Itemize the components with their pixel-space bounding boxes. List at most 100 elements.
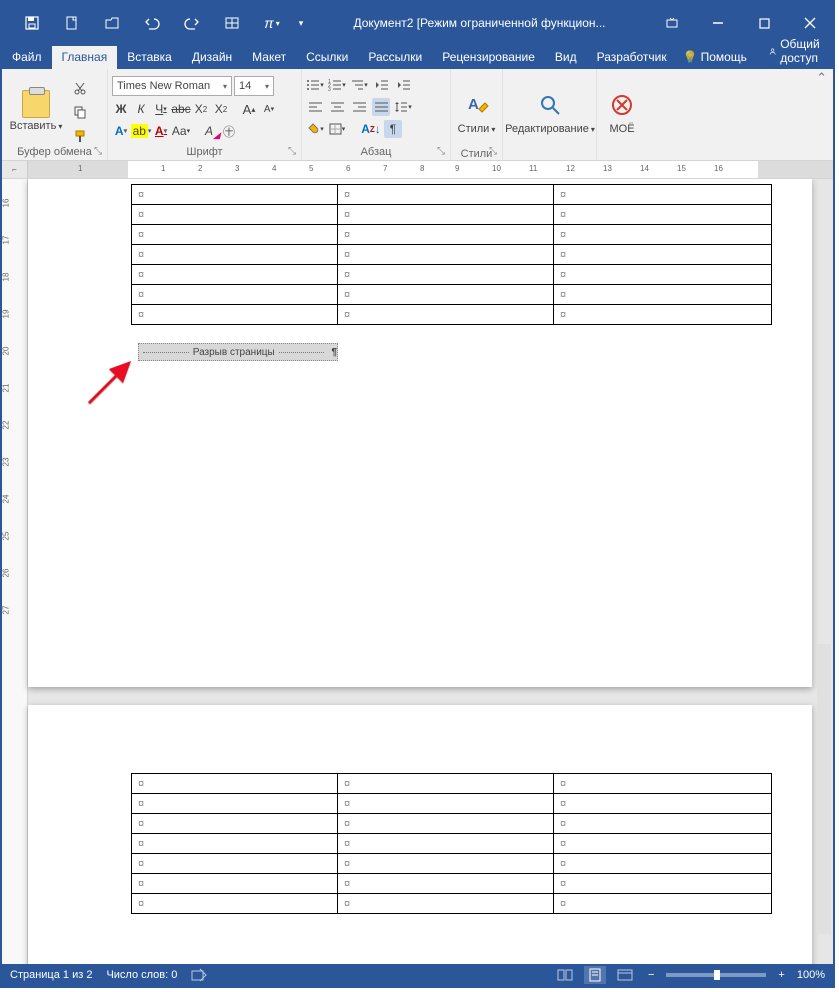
table-cell[interactable]: ¤	[554, 874, 772, 894]
tab-review[interactable]: Рецензирование	[432, 46, 545, 69]
moe-addin-button[interactable]: МОЁ	[601, 78, 643, 148]
collapse-ribbon-button[interactable]: ⌃	[816, 70, 827, 86]
table-page2[interactable]: ¤¤¤¤¤¤¤¤¤¤¤¤¤¤¤¤¤¤¤¤¤	[131, 773, 772, 914]
tab-developer[interactable]: Разработчик	[587, 46, 677, 69]
styles-dialog-launcher[interactable]: ⤡	[487, 145, 499, 157]
qat-undo-button[interactable]	[132, 2, 172, 44]
highlight-button[interactable]: ab▾	[132, 122, 150, 140]
table-cell[interactable]: ¤	[554, 185, 772, 205]
table-cell[interactable]: ¤	[554, 245, 772, 265]
align-right-button[interactable]	[350, 98, 368, 116]
qat-redo-button[interactable]	[172, 2, 212, 44]
line-spacing-button[interactable]: ▾	[394, 98, 412, 116]
minimize-button[interactable]	[695, 2, 741, 44]
clipboard-dialog-launcher[interactable]: ⤡	[92, 145, 104, 157]
table-cell[interactable]: ¤	[554, 305, 772, 325]
copy-button[interactable]	[70, 103, 90, 121]
table-cell[interactable]: ¤	[132, 874, 338, 894]
table-cell[interactable]: ¤	[554, 225, 772, 245]
table-cell[interactable]: ¤	[132, 205, 338, 225]
table-cell[interactable]: ¤	[132, 265, 338, 285]
qat-new-button[interactable]	[52, 2, 92, 44]
tab-file[interactable]: Файл	[2, 46, 52, 69]
sort-button[interactable]: AZ↓	[362, 120, 380, 138]
align-left-button[interactable]	[306, 98, 324, 116]
editing-button[interactable]: Редактирование▾	[507, 78, 593, 148]
zoom-slider[interactable]	[666, 973, 766, 977]
table-cell[interactable]: ¤	[338, 205, 554, 225]
superscript-button[interactable]: X2	[212, 100, 230, 118]
shading-button[interactable]: ▾	[306, 120, 324, 138]
table-cell[interactable]: ¤	[338, 225, 554, 245]
document-area[interactable]: 16 17 18 19 20 21 22 23 24 25 26 27 ¤¤¤¤…	[2, 179, 833, 964]
qat-table-button[interactable]	[212, 2, 252, 44]
bold-button[interactable]: Ж	[112, 100, 130, 118]
page-break-marker[interactable]: Разрыв страницы ¶	[138, 343, 338, 361]
zoom-out-button[interactable]: −	[644, 969, 658, 981]
horizontal-ruler[interactable]: ⌐ 1 1 2 3 4 5 6 7 8 9 10 11 12 13 14 15 …	[2, 161, 833, 179]
table-cell[interactable]: ¤	[338, 185, 554, 205]
table-cell[interactable]: ¤	[554, 814, 772, 834]
change-case-button[interactable]: Aa▾	[172, 122, 190, 140]
table-cell[interactable]: ¤	[338, 245, 554, 265]
table-cell[interactable]: ¤	[132, 285, 338, 305]
tab-home[interactable]: Главная	[52, 46, 118, 69]
cut-button[interactable]	[70, 79, 90, 97]
table-cell[interactable]: ¤	[132, 894, 338, 914]
multilevel-list-button[interactable]: ▾	[350, 76, 368, 94]
qat-equation-button[interactable]: π▾	[252, 2, 292, 44]
borders-button[interactable]: ▾	[328, 120, 346, 138]
paste-button[interactable]: Вставить▾	[6, 86, 66, 132]
table-cell[interactable]: ¤	[132, 225, 338, 245]
tab-layout[interactable]: Макет	[242, 46, 296, 69]
view-web-layout-button[interactable]	[614, 966, 636, 984]
table-cell[interactable]: ¤	[338, 265, 554, 285]
clear-formatting-button[interactable]: A◢	[200, 122, 218, 140]
tab-view[interactable]: Вид	[545, 46, 587, 69]
table-cell[interactable]: ¤	[132, 854, 338, 874]
page-1[interactable]: ¤¤¤¤¤¤¤¤¤¤¤¤¤¤¤¤¤¤¤¤¤ Разрыв страницы ¶	[28, 179, 812, 687]
increase-indent-button[interactable]	[394, 76, 412, 94]
status-spelling-icon[interactable]	[191, 968, 207, 982]
font-size-selector[interactable]: 14▾	[234, 76, 274, 96]
decrease-indent-button[interactable]	[372, 76, 390, 94]
show-marks-button[interactable]: ¶	[384, 120, 402, 138]
table-cell[interactable]: ¤	[338, 834, 554, 854]
grow-font-button[interactable]: A▴	[240, 100, 258, 118]
view-read-mode-button[interactable]	[554, 966, 576, 984]
table-cell[interactable]: ¤	[132, 185, 338, 205]
table-cell[interactable]: ¤	[554, 205, 772, 225]
table-cell[interactable]: ¤	[554, 834, 772, 854]
qat-customize-button[interactable]: ▾	[292, 2, 310, 44]
font-dialog-launcher[interactable]: ⤡	[286, 145, 298, 157]
view-print-layout-button[interactable]	[584, 966, 606, 984]
table-cell[interactable]: ¤	[338, 814, 554, 834]
tab-help[interactable]: 💡Помощь	[677, 46, 757, 69]
font-name-selector[interactable]: Times New Roman▾	[112, 76, 232, 96]
vertical-scrollbar[interactable]: ▾	[817, 359, 831, 964]
table-page1[interactable]: ¤¤¤¤¤¤¤¤¤¤¤¤¤¤¤¤¤¤¤¤¤	[131, 184, 772, 325]
table-cell[interactable]: ¤	[132, 305, 338, 325]
tab-insert[interactable]: Вставка	[117, 46, 182, 69]
share-button[interactable]: Общий доступ	[757, 33, 838, 69]
table-cell[interactable]: ¤	[132, 814, 338, 834]
status-word-count[interactable]: Число слов: 0	[106, 969, 177, 981]
qat-open-button[interactable]	[92, 2, 132, 44]
subscript-button[interactable]: X2	[192, 100, 210, 118]
underline-button[interactable]: Ч▾	[152, 100, 170, 118]
format-painter-button[interactable]	[70, 127, 90, 145]
table-cell[interactable]: ¤	[338, 874, 554, 894]
tab-design[interactable]: Дизайн	[182, 46, 242, 69]
numbering-button[interactable]: 123▾	[328, 76, 346, 94]
strikethrough-button[interactable]: abc	[172, 100, 190, 118]
paragraph-dialog-launcher[interactable]: ⤡	[435, 145, 447, 157]
tab-references[interactable]: Ссылки	[296, 46, 358, 69]
shrink-font-button[interactable]: A▾	[260, 100, 278, 118]
ribbon-display-button[interactable]	[649, 2, 695, 44]
zoom-level[interactable]: 100%	[797, 969, 825, 981]
zoom-in-button[interactable]: +	[774, 969, 788, 981]
table-cell[interactable]: ¤	[132, 834, 338, 854]
table-cell[interactable]: ¤	[554, 774, 772, 794]
vertical-ruler[interactable]: 16 17 18 19 20 21 22 23 24 25 26 27	[2, 179, 28, 964]
page-2[interactable]: ¤¤¤¤¤¤¤¤¤¤¤¤¤¤¤¤¤¤¤¤¤	[28, 705, 812, 964]
